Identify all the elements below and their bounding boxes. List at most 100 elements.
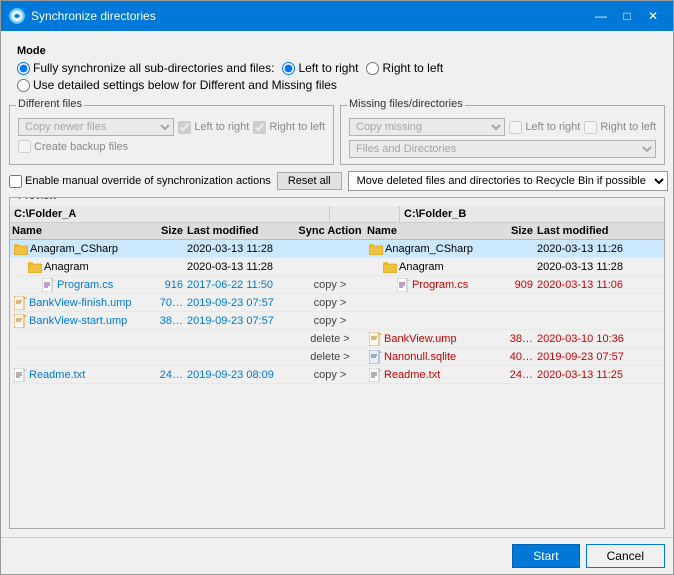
mode-row1: Fully synchronize all sub-directories an… [17,61,657,75]
table-row[interactable]: delete > Nanonull.sqlite 40… 2019-09-23 … [10,348,664,366]
cell-sync-action: delete > [295,332,365,346]
cell-name-b: Readme.txt [365,367,500,383]
mode-full-sync-text: Fully synchronize all sub-directories an… [33,61,274,75]
bottom-bar: Start Cancel [1,537,673,574]
maximize-button[interactable]: □ [615,6,639,26]
diff-right-checkbox[interactable] [253,121,266,134]
window-title: Synchronize directories [31,9,156,23]
cell-modified-b: 2020-03-13 11:26 [535,242,635,256]
filename-a: Anagram_CSharp [30,243,118,255]
mode-left-right-radio[interactable] [282,62,295,75]
table-row[interactable]: Anagram 2020-03-13 11:28 Anagram 2020-03… [10,258,664,276]
backup-text: Create backup files [34,141,128,153]
override-checkbox[interactable] [9,175,22,188]
cell-size-a [150,356,185,358]
cell-size-b [500,302,535,304]
close-button[interactable]: ✕ [641,6,665,26]
missing-right-checkbox[interactable] [584,121,597,134]
mode-right-left-label[interactable]: Right to left [366,61,443,75]
cell-modified-b: 2019-09-23 07:57 [535,350,635,364]
cell-name-a: Anagram [10,260,150,274]
mode-label: Mode [17,45,657,57]
cell-modified-a [185,338,295,340]
backup-chk-label[interactable]: Create backup files [18,140,325,153]
filename-b: Program.cs [412,279,468,291]
missing-right-chk-label[interactable]: Right to left [584,121,656,134]
cell-name-a [10,338,150,340]
mode-detailed-label[interactable]: Use detailed settings below for Differen… [17,78,337,92]
reset-all-button[interactable]: Reset all [277,172,342,190]
filename-b: Readme.txt [384,369,440,381]
override-text: Enable manual override of synchronizatio… [25,175,271,187]
filename-a: Program.cs [57,279,113,291]
main-window: Synchronize directories — □ ✕ Mode Fully… [0,0,674,575]
filename-b: Nanonull.sqlite [384,351,456,363]
table-row[interactable]: Program.cs 916 2017-06-22 11:50 copy > P… [10,276,664,294]
filename-b: Anagram [399,261,444,273]
missing-left-checkbox[interactable] [509,121,522,134]
diff-left-checkbox[interactable] [178,121,191,134]
cell-modified-a: 2019-09-23 07:57 [185,314,295,328]
different-files-select[interactable]: Copy newer files [18,118,174,136]
filename-b: Anagram_CSharp [385,243,473,255]
backup-checkbox[interactable] [18,140,31,153]
cell-name-a: Readme.txt [10,367,150,383]
cell-size-a [150,338,185,340]
mode-full-sync-radio[interactable] [17,62,30,75]
diff-left-chk-label[interactable]: Left to right [178,121,249,134]
filename-a: BankView-finish.ump [29,297,132,309]
missing-left-chk-label[interactable]: Left to right [509,121,580,134]
cell-modified-a: 2020-03-13 11:28 [185,242,295,256]
column-headers: Name Size Last modified Sync Action Name… [10,223,664,240]
move-deleted-select[interactable]: Move deleted files and directories to Re… [348,171,668,191]
cancel-button[interactable]: Cancel [586,544,665,568]
mode-full-sync-label[interactable]: Fully synchronize all sub-directories an… [17,61,274,75]
cell-modified-b: 2020-03-13 11:28 [535,260,635,274]
different-files-label: Different files [16,98,84,110]
table-row[interactable]: Readme.txt 24… 2019-09-23 08:09 copy > R… [10,366,664,384]
cell-size-b [500,320,535,322]
cell-size-a: 24… [150,368,185,382]
minimize-button[interactable]: — [589,6,613,26]
cell-name-b: Program.cs [365,277,500,293]
missing-files-label: Missing files/directories [347,98,465,110]
filename-a: Readme.txt [29,369,85,381]
override-chk-label[interactable]: Enable manual override of synchronizatio… [9,175,271,188]
cell-size-a [150,248,185,250]
title-bar: Synchronize directories — □ ✕ [1,1,673,31]
cell-sync-action: delete > [295,350,365,364]
cell-size-b: 38… [500,332,535,346]
missing-files-group: Missing files/directories Copy missing L… [340,105,665,165]
window-icon [9,8,25,24]
missing-files-select[interactable]: Copy missing [349,118,505,136]
start-button[interactable]: Start [512,544,579,568]
cell-name-b: Nanonull.sqlite [365,349,500,365]
cell-modified-b: 2020-03-13 11:06 [535,278,635,292]
mode-right-left-radio[interactable] [366,62,379,75]
folder-b-header: C:\Folder_B [400,206,664,222]
cell-name-b [365,302,500,304]
table-row[interactable]: BankView-finish.ump 70… 2019-09-23 07:57… [10,294,664,312]
table-row[interactable]: BankView-start.ump 38… 2019-09-23 07:57 … [10,312,664,330]
mode-detailed-radio[interactable] [17,79,30,92]
col-name-header: Name [10,224,150,238]
cell-modified-a: 2020-03-13 11:28 [185,260,295,274]
mode-left-right-label[interactable]: Left to right [282,61,358,75]
mode-left-right-text: Left to right [298,61,358,75]
cell-size-a: 916 [150,278,185,292]
diff-right-chk-label[interactable]: Right to left [253,121,325,134]
missing-right-text: Right to left [600,121,656,133]
cell-modified-a: 2017-06-22 11:50 [185,278,295,292]
missing-left-text: Left to right [525,121,580,133]
cell-sync-action: copy > [295,368,365,382]
cell-sync-action: copy > [295,314,365,328]
cell-modified-a: 2019-09-23 08:09 [185,368,295,382]
cell-size-b [500,266,535,268]
table-row[interactable]: Anagram_CSharp 2020-03-13 11:28 Anagram_… [10,240,664,258]
filename-a: BankView-start.ump [29,315,127,327]
mode-row2: Use detailed settings below for Differen… [17,78,657,92]
cell-name-a: BankView-finish.ump [10,295,150,311]
files-dirs-select[interactable]: Files and Directories [349,140,656,158]
table-row[interactable]: delete > BankView.ump 38… 2020-03-10 10:… [10,330,664,348]
cell-modified-b [535,302,635,304]
